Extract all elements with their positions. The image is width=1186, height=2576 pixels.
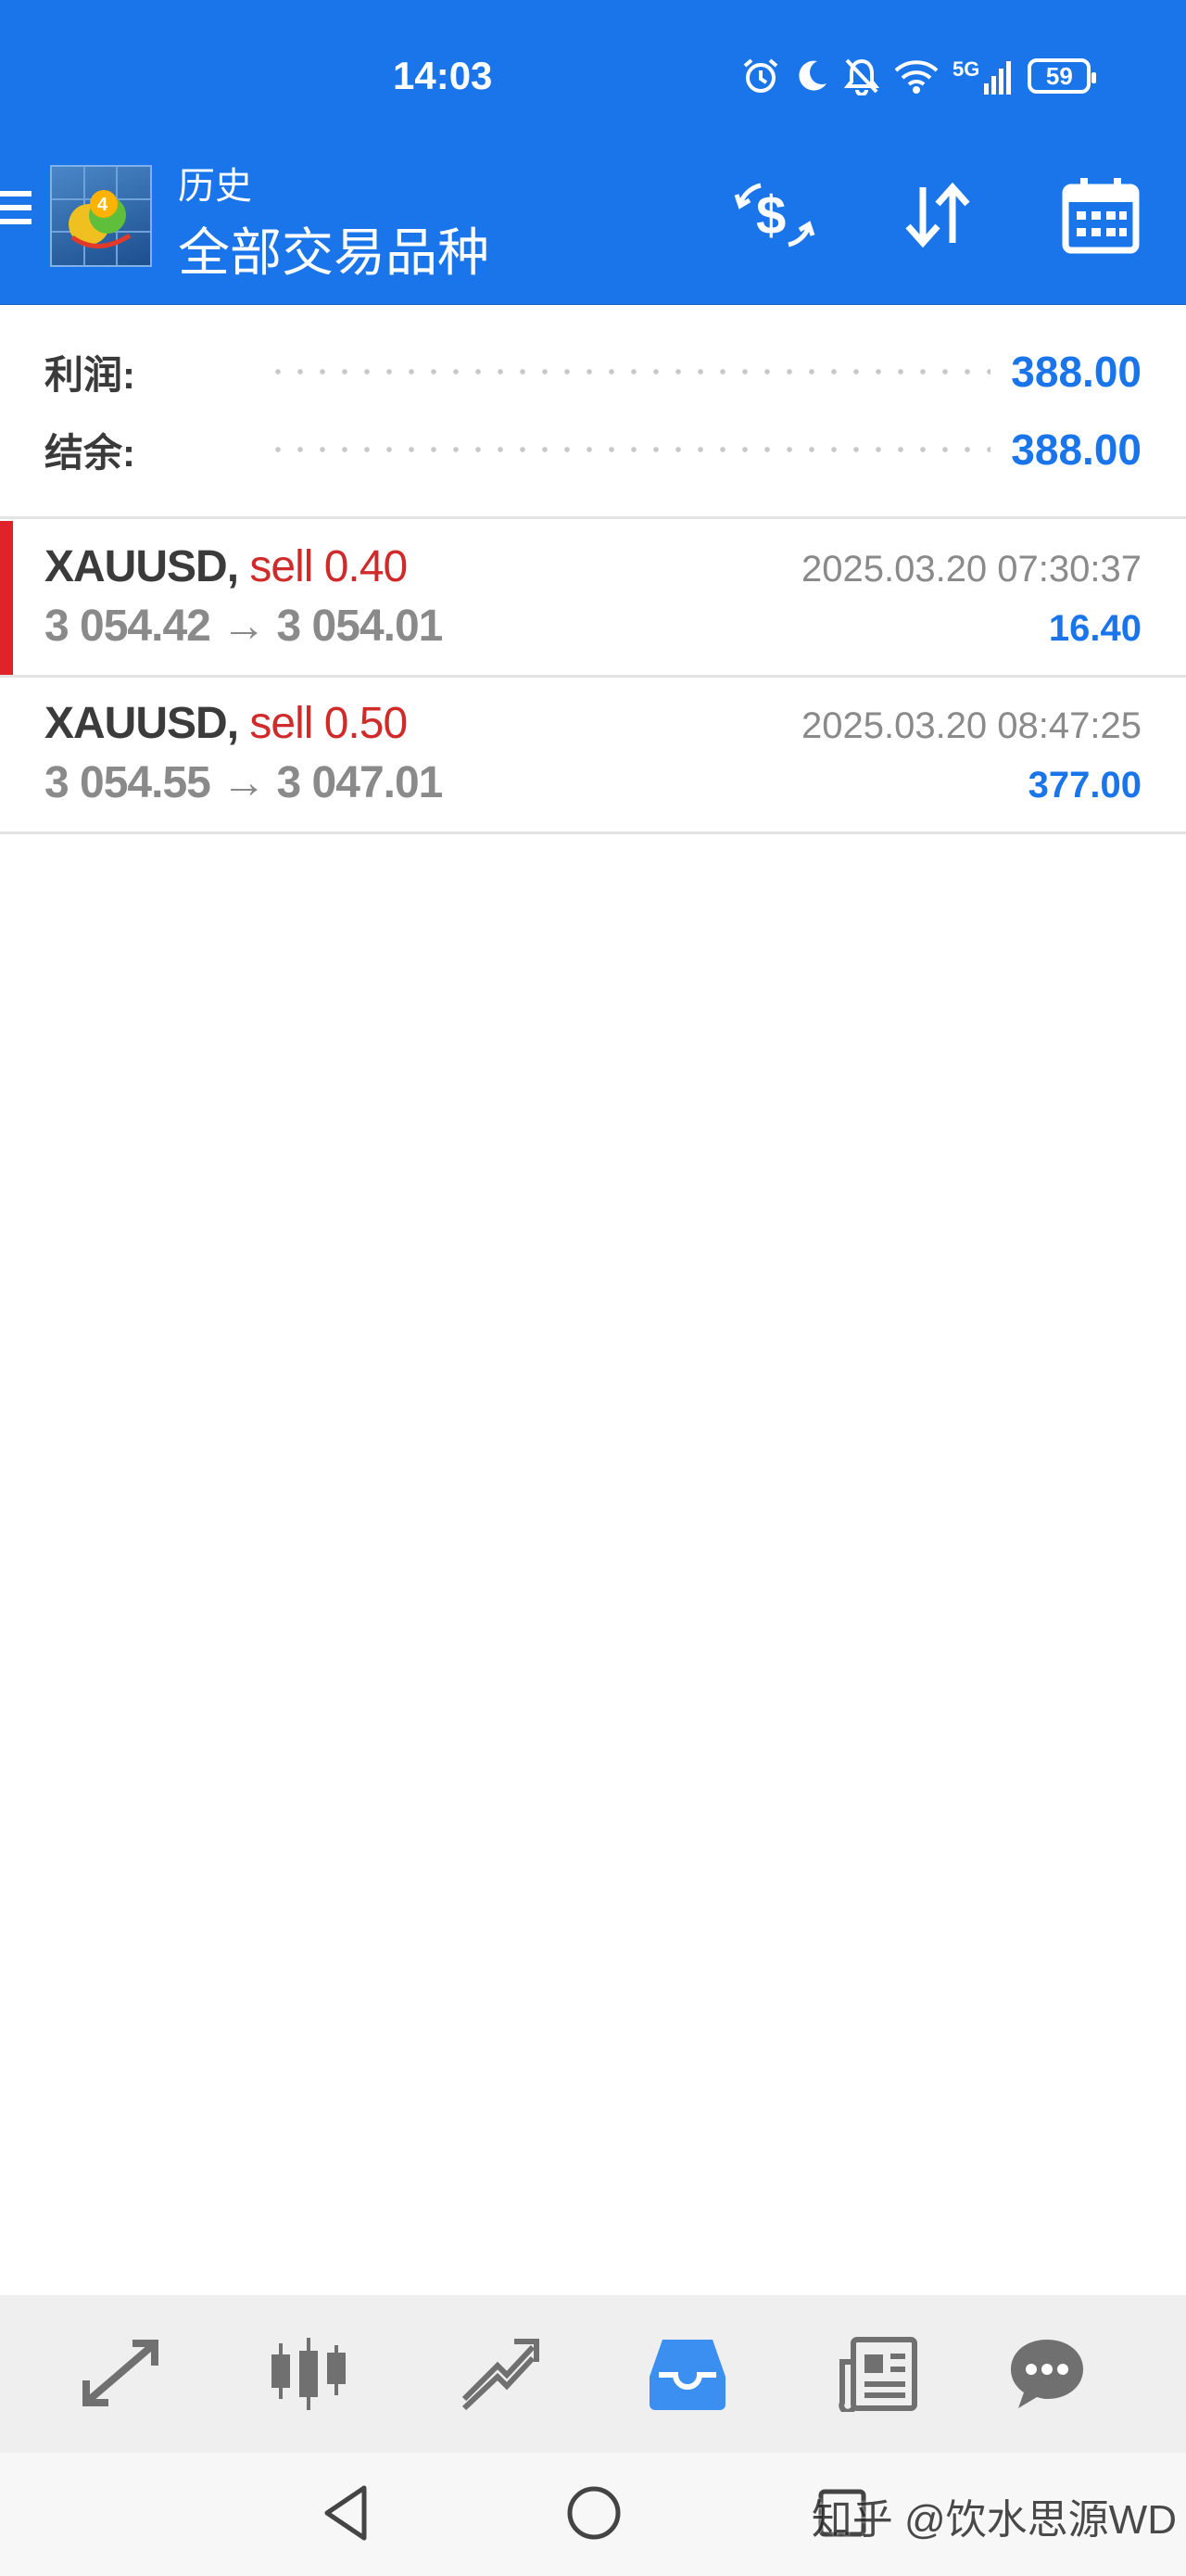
chat-icon[interactable] — [999, 2327, 1095, 2419]
trade-time: 2025.03.20 08:47:25 — [801, 705, 1142, 746]
back-icon[interactable] — [313, 2481, 378, 2545]
page-title: 历史 — [178, 166, 252, 207]
divider — [0, 516, 1186, 519]
divider — [0, 831, 1186, 834]
svg-text:$: $ — [756, 185, 786, 246]
wifi-icon — [894, 60, 939, 94]
trade-side: sell 0.50 — [249, 699, 408, 748]
profit-label: 利润: — [44, 352, 135, 397]
profit-row: 利润: 388.00 — [44, 339, 1142, 404]
svg-text:4: 4 — [97, 195, 108, 215]
trade-prices: 3 054.55 → 3 047.01 — [44, 758, 443, 807]
battery-level: 59 — [1045, 61, 1073, 90]
menu-icon[interactable] — [0, 191, 32, 237]
trade-symbol: XAUUSD, sell 0.50 — [44, 698, 408, 749]
trade-icon[interactable] — [450, 2327, 547, 2419]
trade-profit: 16.40 — [1048, 608, 1142, 649]
balance-row: 结余: 388.00 — [44, 417, 1142, 482]
profit-value: 388.00 — [1011, 348, 1142, 396]
symbol-name: XAUUSD, — [44, 699, 239, 748]
balance-value: 388.00 — [1011, 425, 1142, 474]
calendar-icon[interactable] — [1054, 169, 1147, 261]
sort-icon[interactable] — [891, 169, 984, 261]
battery-icon: 59 — [1028, 58, 1097, 94]
trade-row[interactable]: XAUUSD, sell 0.40 3 054.42 → 3 054.01 20… — [0, 521, 1186, 675]
currency-exchange-icon[interactable]: $ — [728, 169, 821, 261]
quotes-icon[interactable] — [72, 2327, 169, 2419]
balance-label: 结余: — [44, 430, 135, 475]
chart-icon[interactable] — [261, 2327, 358, 2419]
status-icons: 5G 59 — [741, 56, 1097, 96]
bell-off-icon — [843, 58, 880, 95]
symbol-filter[interactable]: 全部交易品种 — [178, 211, 489, 286]
top-bar: 14:03 5G 59 4 历史 全部交易品种 $ — [0, 0, 1186, 305]
trade-time: 2025.03.20 07:30:37 — [801, 549, 1142, 590]
history-icon[interactable] — [639, 2327, 736, 2419]
alarm-icon — [743, 58, 778, 93]
signal-icon — [984, 61, 1012, 95]
home-icon[interactable] — [561, 2481, 626, 2545]
selected-marker — [0, 521, 13, 675]
trade-symbol: XAUUSD, sell 0.40 — [44, 541, 408, 592]
dotted-leader — [267, 447, 991, 452]
trade-side: sell 0.40 — [249, 542, 408, 591]
trade-prices: 3 054.42 → 3 054.01 — [44, 602, 443, 651]
moon-icon — [799, 60, 826, 91]
watermark: 知乎 @饮水思源WD — [811, 2497, 1177, 2543]
trade-row[interactable]: XAUUSD, sell 0.50 3 054.55 → 3 047.01 20… — [0, 678, 1186, 831]
news-icon[interactable] — [830, 2327, 927, 2419]
trade-profit: 377.00 — [1028, 765, 1142, 806]
status-time: 14:03 — [393, 54, 493, 97]
dotted-leader — [267, 369, 991, 374]
system-nav-bar: 知乎 @饮水思源WD — [0, 2453, 1186, 2576]
bottom-nav — [0, 2295, 1186, 2453]
symbol-name: XAUUSD, — [44, 542, 239, 591]
network-type: 5G — [953, 57, 980, 81]
app-logo: 4 — [50, 165, 152, 267]
